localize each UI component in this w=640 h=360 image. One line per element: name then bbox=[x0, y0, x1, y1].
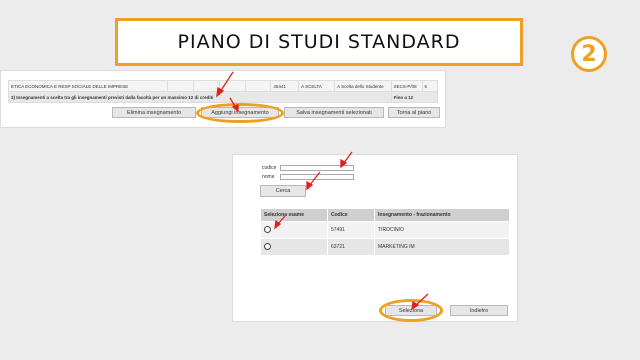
pointer-arrows bbox=[216, 71, 429, 311]
pointer-arrow-icon bbox=[219, 71, 234, 93]
arrowhead-icon bbox=[231, 104, 239, 113]
arrowhead-icon bbox=[411, 300, 420, 311]
